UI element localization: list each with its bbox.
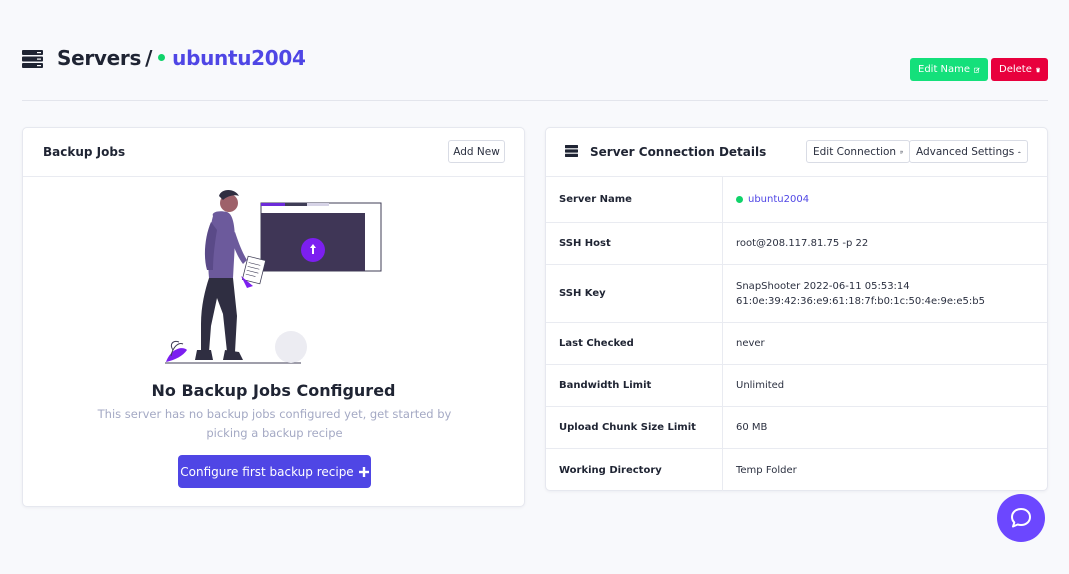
connection-header: Server Connection Details Edit Connectio… — [546, 128, 1047, 177]
server-name-link[interactable]: ubuntu2004 — [748, 192, 809, 207]
configure-backup-recipe-button[interactable]: Configure first backup recipe — [178, 455, 371, 488]
server-name-title: ubuntu2004 — [172, 46, 306, 70]
server-stack-icon — [22, 50, 43, 68]
connection-title: Server Connection Details — [590, 145, 767, 159]
row-label: Server Name — [546, 176, 723, 222]
server-stack-icon — [565, 145, 578, 157]
row-label: Bandwidth Limit — [546, 365, 723, 406]
row-value: Temp Folder — [736, 464, 797, 476]
status-online-dot — [736, 195, 743, 203]
table-row-ssh-host: SSH Host root@208.117.81.75 -p 22 — [546, 222, 1047, 264]
row-label: Upload Chunk Size Limit — [546, 407, 723, 448]
backup-jobs-card: Backup Jobs Add New No Backup Jobs Confi… — [22, 127, 525, 507]
table-row-working-directory: Working Directory Temp Folder — [546, 448, 1047, 491]
page-title: Servers / ubuntu2004 — [57, 46, 306, 70]
ssh-key-name: SnapShooter 2022-06-11 05:53:14 — [736, 281, 910, 292]
page-header: Servers / ubuntu2004 Edit Name Delete — [22, 44, 1048, 101]
row-value: 60 MB — [736, 422, 768, 433]
empty-state-description: This server has no backup jobs configure… — [97, 407, 452, 440]
advanced-settings-label: Advanced Settings — [916, 145, 1015, 158]
edit-name-label: Edit Name — [918, 64, 971, 75]
row-value: SnapShooter 2022-06-11 05:53:14 61:0e:39… — [723, 265, 1047, 322]
row-label: Last Checked — [546, 323, 723, 364]
breadcrumb-servers[interactable]: Servers — [57, 46, 141, 70]
edit-icon — [900, 150, 903, 153]
table-row-upload-chunk: Upload Chunk Size Limit 60 MB — [546, 406, 1047, 448]
advanced-settings-button[interactable]: Advanced Settings — [909, 140, 1028, 163]
edit-connection-label: Edit Connection — [813, 145, 897, 158]
cta-label: Configure first backup recipe — [180, 464, 354, 479]
backup-jobs-header: Backup Jobs Add New — [23, 128, 524, 177]
backup-jobs-title: Backup Jobs — [43, 145, 126, 159]
chat-launcher-button[interactable] — [997, 494, 1045, 542]
table-row-bandwidth-limit: Bandwidth Limit Unlimited — [546, 364, 1047, 406]
connection-details-table: Server Name ubuntu2004 SSH Host root@208… — [546, 176, 1047, 491]
trash-icon — [1035, 67, 1040, 72]
row-value: ubuntu2004 — [723, 176, 1047, 222]
empty-state-title: No Backup Jobs Configured — [151, 381, 396, 400]
delete-label: Delete — [999, 64, 1032, 75]
edit-icon — [974, 67, 980, 73]
row-label: SSH Key — [546, 265, 723, 322]
status-online-dot — [158, 54, 166, 61]
chat-bubble-icon — [1011, 508, 1031, 528]
row-value: root@208.117.81.75 -p 22 — [736, 238, 869, 249]
add-new-button[interactable]: Add New — [448, 140, 505, 163]
delete-button[interactable]: Delete — [991, 58, 1048, 81]
edit-connection-button[interactable]: Edit Connection — [806, 140, 910, 163]
table-row-ssh-key: SSH Key SnapShooter 2022-06-11 05:53:14 … — [546, 264, 1047, 322]
speedometer-icon — [1018, 151, 1021, 153]
ssh-key-fingerprint: 61:0e:39:42:36:e9:61:18:7f:b0:1c:50:4e:9… — [736, 296, 985, 307]
row-label: SSH Host — [546, 223, 723, 264]
edit-name-button[interactable]: Edit Name — [910, 58, 988, 81]
plus-icon — [358, 466, 369, 477]
row-label: Working Directory — [546, 449, 723, 491]
table-row-last-checked: Last Checked never — [546, 322, 1047, 364]
row-value: Unlimited — [736, 380, 785, 391]
empty-state-illustration — [165, 190, 382, 364]
table-row-server-name: Server Name ubuntu2004 — [546, 176, 1047, 222]
row-value: never — [736, 338, 765, 349]
server-connection-card: Server Connection Details Edit Connectio… — [545, 127, 1048, 491]
breadcrumb-separator: / — [145, 46, 153, 70]
